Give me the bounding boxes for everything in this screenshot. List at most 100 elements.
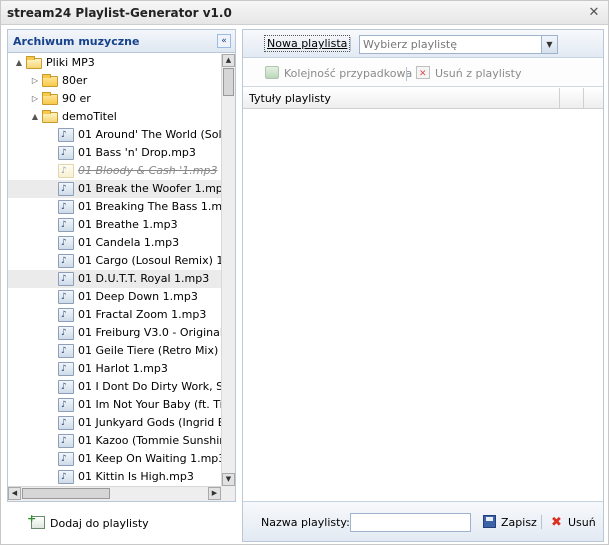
title-bar: stream24 Playlist-Generator v1.0 ✕ [1, 1, 608, 25]
tree-item-label: 01 Bloody & Cash '1.mp3 [78, 164, 218, 177]
toolbar-separator [406, 67, 407, 81]
delete-playlist-button[interactable]: ✖ Usuń [551, 515, 596, 531]
audio-file-icon: ♪ [58, 380, 74, 394]
tree-file[interactable]: ♪ 01 Fractal Zoom 1.mp3 [8, 306, 221, 324]
tree-item-label: 01 Cargo (Losoul Remix) 1.mp [78, 254, 221, 267]
collapsed-arrow-icon[interactable]: ▷ [30, 72, 40, 90]
tree-file[interactable]: ♪ 01 Bloody & Cash '1.mp3 [8, 162, 221, 180]
playlist-generator-window: stream24 Playlist-Generator v1.0 ✕ Archi… [0, 0, 609, 545]
tree-file[interactable]: ♪ 01 Harlot 1.mp3 [8, 360, 221, 378]
tree-file[interactable]: ♪ 01 Kittin Is High.mp3 [8, 468, 221, 486]
window-title: stream24 Playlist-Generator v1.0 [7, 6, 232, 20]
tree-folder[interactable]: ▲ demoTitel [8, 108, 221, 126]
tree-file[interactable]: ♪ 01 Freiburg V3.0 - Original 1.m [8, 324, 221, 342]
folder-open-icon [26, 56, 42, 69]
tree-file[interactable]: ♪ 01 Bass 'n' Drop.mp3 [8, 144, 221, 162]
column-header-titles[interactable]: Tytuły playlisty [249, 92, 331, 105]
audio-file-icon: ♪ [58, 200, 74, 214]
collapse-panel-button[interactable]: « [217, 34, 231, 48]
music-archive-panel: Archiwum muzyczne « ▲ Pliki MP3 ▷ 80er ▷ 90 e… [7, 29, 236, 502]
tree-item-label: 01 Junkyard Gods (Ingrid Etos [78, 416, 221, 429]
tree-file[interactable]: ♪ 01 Deep Down 1.mp3 [8, 288, 221, 306]
tree-file[interactable]: ♪ 01 Breathe 1.mp3 [8, 216, 221, 234]
shuffle-button[interactable]: Kolejność przypadkowa [265, 66, 412, 82]
playlist-toolbar: Nowa playlista Wybierz playlistę ▼ [243, 30, 603, 58]
audio-file-icon: ♪ [58, 434, 74, 448]
column-divider [583, 88, 584, 109]
playlist-name-input[interactable] [350, 513, 471, 532]
tree-folder[interactable]: ▷ 90 er [8, 90, 221, 108]
tree-file[interactable]: ♪ 01 I Dont Do Dirty Work, Sucka [8, 378, 221, 396]
tree-file[interactable]: ♪ 01 Keep On Waiting 1.mp3 [8, 450, 221, 468]
tree-file[interactable]: ♪ 01 Around' The World (Solomu [8, 126, 221, 144]
add-to-playlist-label: Dodaj do playlisty [50, 517, 149, 530]
column-divider [559, 88, 560, 109]
folder-open-icon [42, 110, 58, 123]
audio-file-icon: ♪ [58, 218, 74, 232]
tree-file[interactable]: ♪ 01 Kazoo (Tommie Sunshine) ' [8, 432, 221, 450]
audio-file-icon: ♪ [58, 128, 74, 142]
save-label: Zapisz [501, 516, 537, 529]
expanded-arrow-icon[interactable]: ▲ [30, 108, 40, 126]
file-tree: ▲ Pliki MP3 ▷ 80er ▷ 90 er ▲ demoTitel ♪ 01 Aroun… [8, 54, 221, 486]
music-archive-title: Archiwum muzyczne [13, 35, 140, 48]
tree-folder[interactable]: ▷ 80er [8, 72, 221, 90]
add-to-playlist-button[interactable]: Dodaj do playlisty [27, 510, 149, 533]
audio-file-icon: ♪ [58, 326, 74, 340]
audio-file-icon: ♪ [58, 272, 74, 286]
audio-file-icon: ♪ [58, 308, 74, 322]
tree-file[interactable]: ♪ 01 Geile Tiere (Retro Mix) 1.mp [8, 342, 221, 360]
tree-file[interactable]: ♪ 01 Break the Woofer 1.mp3 [8, 180, 221, 198]
audio-file-icon: ♪ [58, 398, 74, 412]
save-button[interactable]: Zapisz [483, 515, 537, 531]
playlist-select[interactable]: Wybierz playlistę ▼ [359, 35, 558, 54]
tree-item-label: 01 Bass 'n' Drop.mp3 [78, 146, 196, 159]
folder-icon [42, 74, 58, 87]
tree-file[interactable]: ♪ 01 Candela 1.mp3 [8, 234, 221, 252]
audio-file-icon: ♪ [58, 236, 74, 250]
close-icon[interactable]: ✕ [586, 5, 602, 21]
audio-file-icon: ♪ [58, 452, 74, 466]
scroll-right-icon[interactable]: ▶ [208, 487, 221, 500]
tree-file[interactable]: ♪ 01 Cargo (Losoul Remix) 1.mp [8, 252, 221, 270]
shuffle-icon [265, 66, 279, 79]
audio-file-icon: ♪ [58, 254, 74, 268]
tree-file[interactable]: ♪ 01 Junkyard Gods (Ingrid Etos [8, 414, 221, 432]
collapsed-arrow-icon[interactable]: ▷ [30, 90, 40, 108]
tree-file[interactable]: ♪ 01 Im Not Your Baby (ft. Tijana [8, 396, 221, 414]
audio-file-icon: ♪ [58, 470, 74, 484]
delete-label: Usuń [568, 516, 596, 529]
remove-from-playlist-button[interactable]: Usuń z playlisty [416, 66, 521, 82]
audio-file-icon: ♪ [58, 146, 74, 160]
tree-file[interactable]: ♪ 01 D.U.T.T. Royal 1.mp3 [8, 270, 221, 288]
new-playlist-button[interactable]: Nowa playlista [264, 35, 351, 52]
audio-file-icon: ♪ [58, 344, 74, 358]
audio-file-icon: ♪ [58, 182, 74, 196]
horizontal-scrollbar[interactable]: ◀ ▶ [8, 486, 221, 501]
expanded-arrow-icon[interactable]: ▲ [14, 54, 24, 72]
scroll-down-icon[interactable]: ▼ [222, 473, 235, 486]
folder-icon [42, 92, 58, 105]
scroll-thumb[interactable] [223, 68, 234, 96]
playlist-panel: Nowa playlista Wybierz playlistę ▼ Kolej… [242, 29, 604, 542]
toolbar-separator [541, 515, 542, 529]
tree-file[interactable]: ♪ 01 Breaking The Bass 1.mp3 [8, 198, 221, 216]
floppy-disk-icon [483, 515, 496, 528]
remove-icon [416, 66, 430, 82]
remove-from-playlist-label: Usuń z playlisty [435, 67, 522, 80]
audio-file-icon: ♪ [58, 362, 74, 376]
tree-item-label: 80er [62, 74, 88, 87]
vertical-scrollbar[interactable]: ▲ ▼ [221, 54, 235, 486]
chevron-down-icon[interactable]: ▼ [541, 36, 557, 53]
tree-item-label: 01 Geile Tiere (Retro Mix) 1.mp [78, 344, 221, 357]
tree-item-label: 01 Kazoo (Tommie Sunshine) ' [78, 434, 221, 447]
tree-item-label: 01 Deep Down 1.mp3 [78, 290, 198, 303]
tree-item-label: 01 Fractal Zoom 1.mp3 [78, 308, 207, 321]
tree-folder[interactable]: ▲ Pliki MP3 [8, 54, 221, 72]
tree-item-label: 01 Kittin Is High.mp3 [78, 470, 194, 483]
tree-item-label: 90 er [62, 92, 91, 105]
scroll-left-icon[interactable]: ◀ [8, 487, 21, 500]
scroll-up-icon[interactable]: ▲ [222, 54, 235, 67]
horizontal-scroll-thumb[interactable] [22, 488, 110, 499]
scroll-corner [221, 486, 235, 501]
